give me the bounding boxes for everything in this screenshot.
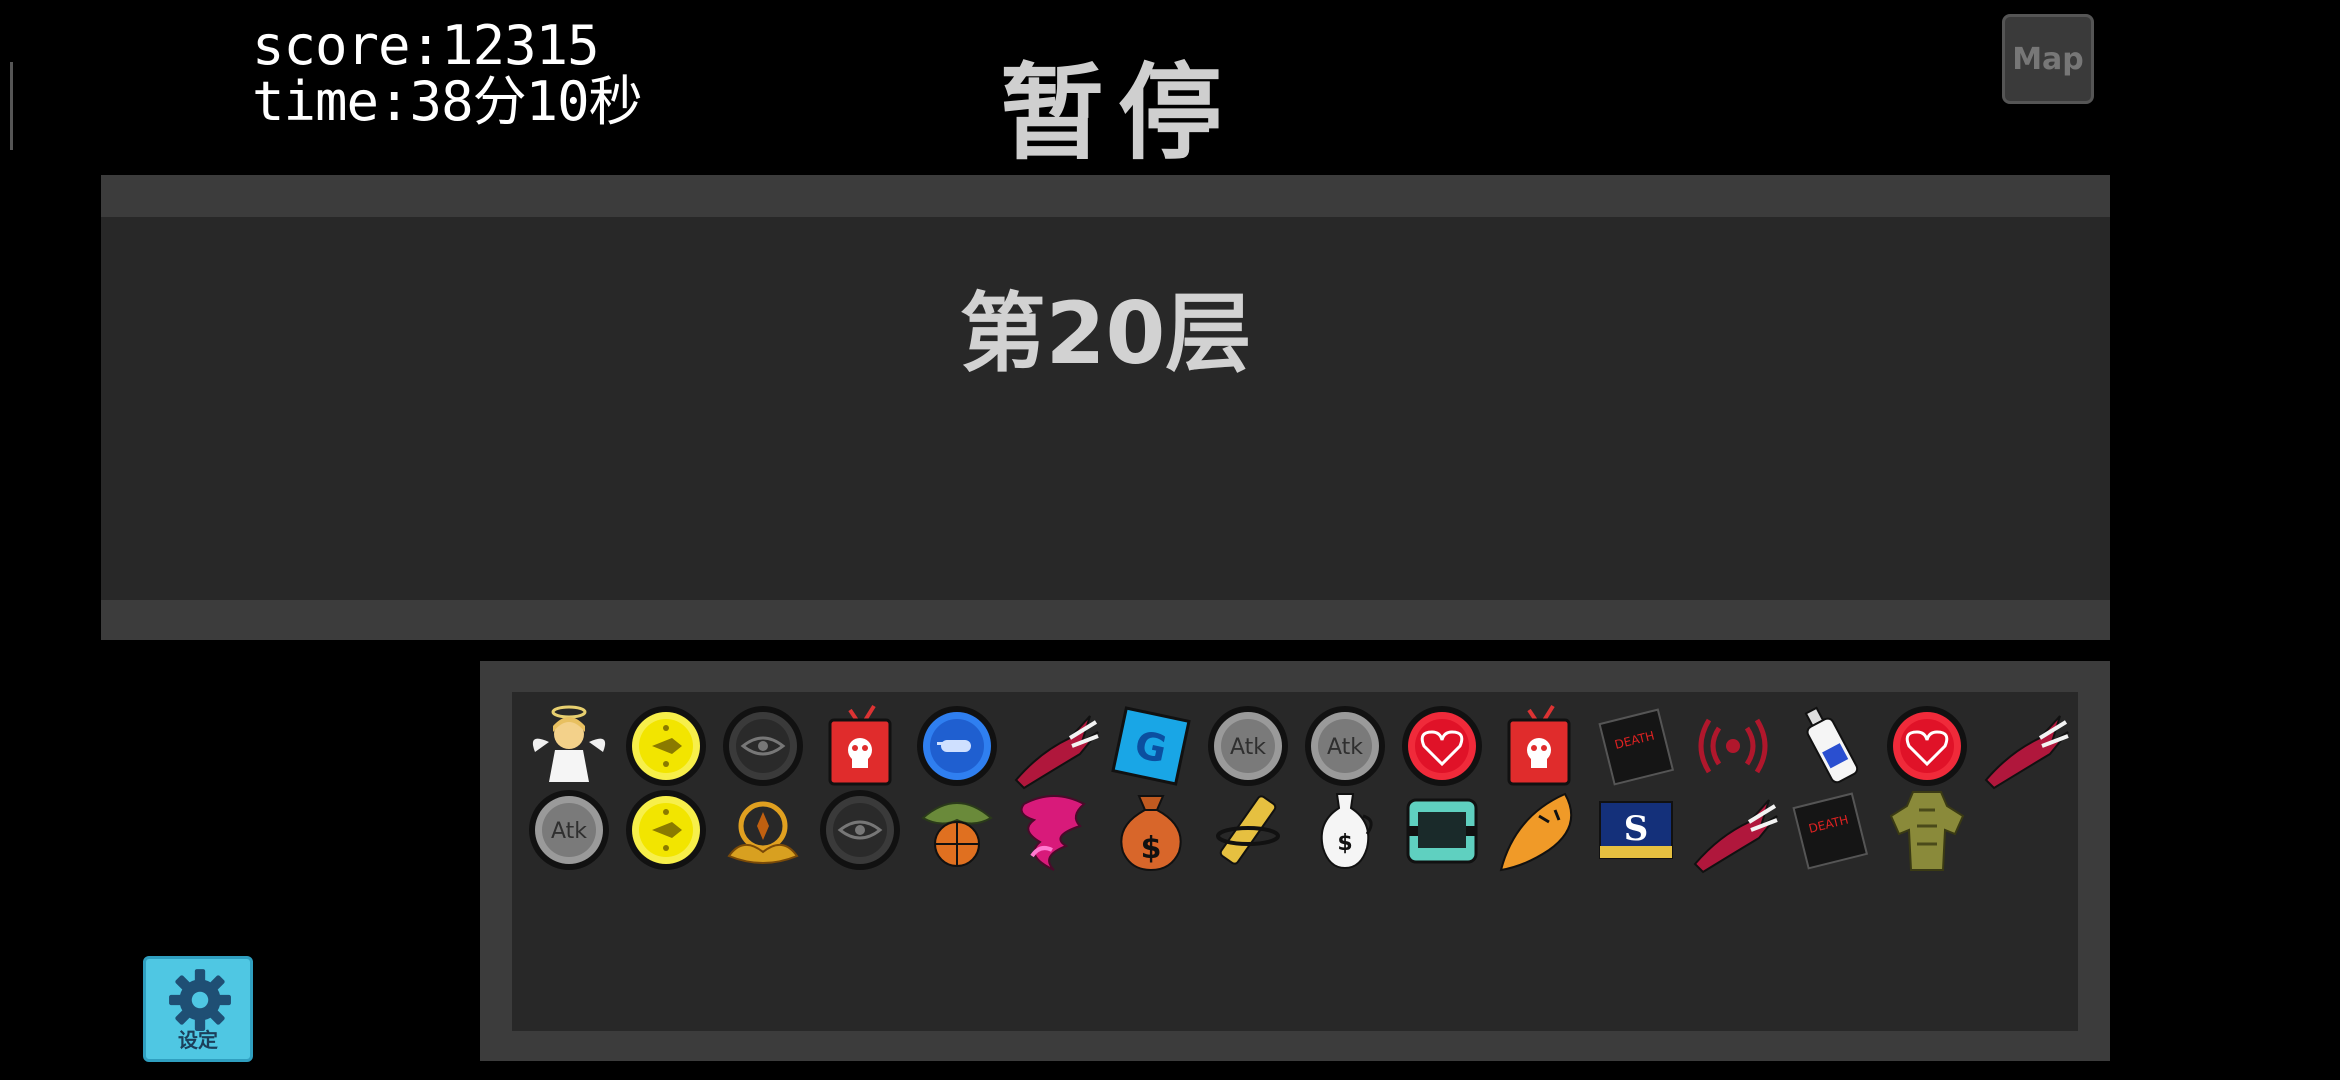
- heart-coin-icon: [1401, 706, 1482, 786]
- money-bag-icon: $: [1119, 795, 1182, 872]
- svg-text:$: $: [1140, 831, 1161, 866]
- olive-armor-icon: [1889, 791, 1964, 871]
- inventory-item[interactable]: [1201, 786, 1294, 874]
- svg-text:S: S: [1623, 809, 1648, 849]
- floor-label: 第20层: [959, 284, 1252, 384]
- inventory-item[interactable]: [910, 786, 1003, 874]
- inventory-item[interactable]: [813, 702, 906, 790]
- inventory-item[interactable]: [813, 786, 906, 874]
- svg-text:Atk: Atk: [550, 819, 586, 844]
- floor-panel: 第20层: [101, 175, 2110, 640]
- angel-icon: [532, 705, 605, 782]
- inventory-item[interactable]: [1007, 786, 1100, 874]
- white-vase-icon: $: [1320, 793, 1373, 870]
- svg-text:$: $: [1337, 831, 1352, 856]
- inventory-item[interactable]: Atk: [522, 786, 615, 874]
- inventory-item[interactable]: S: [1589, 786, 1682, 874]
- inventory-item[interactable]: [1492, 786, 1585, 874]
- inventory-item[interactable]: G: [1104, 702, 1197, 790]
- inventory-item[interactable]: [1007, 702, 1100, 790]
- inventory-item[interactable]: [716, 786, 809, 874]
- yellow-bullet-coin-icon: [625, 790, 706, 870]
- red-signal-icon: [1698, 718, 1767, 774]
- death-book-icon: DEATH: [1597, 708, 1674, 786]
- panel-stripe-bottom: [101, 600, 2110, 640]
- hud: score:12315 time:38分10秒: [252, 14, 643, 133]
- inventory-item[interactable]: [1686, 786, 1779, 874]
- item-row-1: G Atk Atk DEATH: [522, 702, 2070, 790]
- spray-bottle-icon: [1804, 706, 1858, 784]
- inventory-item[interactable]: [619, 702, 712, 790]
- poison-tv-icon: [1507, 704, 1570, 786]
- angry-leaf-icon: [1499, 792, 1572, 872]
- item-inventory-panel: G Atk Atk DEATH Atk $ $ S DEATH: [480, 661, 2110, 1061]
- heart-coin-icon: [1886, 706, 1967, 786]
- atk-coin-icon: Atk: [1207, 706, 1288, 786]
- pink-tornado-icon: [1020, 795, 1086, 871]
- settings-label: 设定: [178, 1028, 218, 1052]
- red-squid-claw-icon: [1984, 715, 2069, 790]
- panel-stripe-top: [101, 175, 2110, 217]
- eye-coin-icon: [722, 706, 803, 786]
- golden-lotus-icon: [726, 801, 799, 864]
- item-row-2: Atk $ $ S DEATH: [522, 786, 1973, 874]
- inventory-item[interactable]: $: [1298, 786, 1391, 874]
- score-text: score:12315: [252, 14, 600, 77]
- map-button[interactable]: Map: [2002, 14, 2094, 104]
- time-text: time:38分10秒: [252, 70, 643, 133]
- red-squid-claw-icon: [1014, 715, 1099, 790]
- inventory-item[interactable]: [1783, 702, 1876, 790]
- death-book-icon: DEATH: [1791, 792, 1868, 870]
- inventory-item[interactable]: [1395, 786, 1488, 874]
- inventory-item[interactable]: [1880, 702, 1973, 790]
- inventory-item[interactable]: DEATH: [1589, 702, 1682, 790]
- svg-text:Atk: Atk: [1326, 735, 1362, 760]
- basketball-leaf-icon: [920, 802, 993, 867]
- golden-bone-icon: [1215, 795, 1280, 865]
- settings-button[interactable]: 设定: [143, 956, 253, 1062]
- red-squid-claw-icon: [1693, 799, 1778, 874]
- inventory-item[interactable]: Atk: [1201, 702, 1294, 790]
- item-inventory-grid: G Atk Atk DEATH Atk $ $ S DEATH: [512, 692, 2078, 1031]
- inventory-item[interactable]: [619, 786, 712, 874]
- inventory-item[interactable]: [1492, 702, 1585, 790]
- inventory-item[interactable]: DEATH: [1783, 786, 1876, 874]
- g-badge-icon: G: [1110, 706, 1191, 786]
- eye-coin-icon: [819, 790, 900, 870]
- inventory-item[interactable]: [1977, 702, 2070, 790]
- inventory-item[interactable]: [1686, 702, 1779, 790]
- inventory-item[interactable]: [1880, 786, 1973, 874]
- inventory-item[interactable]: [522, 702, 615, 790]
- teal-chest-icon: [1406, 798, 1477, 864]
- poison-tv-icon: [828, 704, 891, 786]
- inventory-item[interactable]: [716, 702, 809, 790]
- inventory-item[interactable]: $: [1104, 786, 1197, 874]
- screen-edge-indicator: [10, 62, 13, 150]
- yellow-bullet-coin-icon: [625, 706, 706, 786]
- atk-coin-icon: Atk: [1304, 706, 1385, 786]
- inventory-item[interactable]: [910, 702, 1003, 790]
- atk-coin-icon: Atk: [528, 790, 609, 870]
- s-card-icon: S: [1598, 801, 1673, 859]
- inventory-item[interactable]: Atk: [1298, 702, 1391, 790]
- inventory-item[interactable]: [1395, 702, 1488, 790]
- blue-bullet-coin-icon: [916, 706, 997, 786]
- svg-text:Atk: Atk: [1229, 735, 1265, 760]
- pause-title: 暂停: [1000, 52, 1237, 174]
